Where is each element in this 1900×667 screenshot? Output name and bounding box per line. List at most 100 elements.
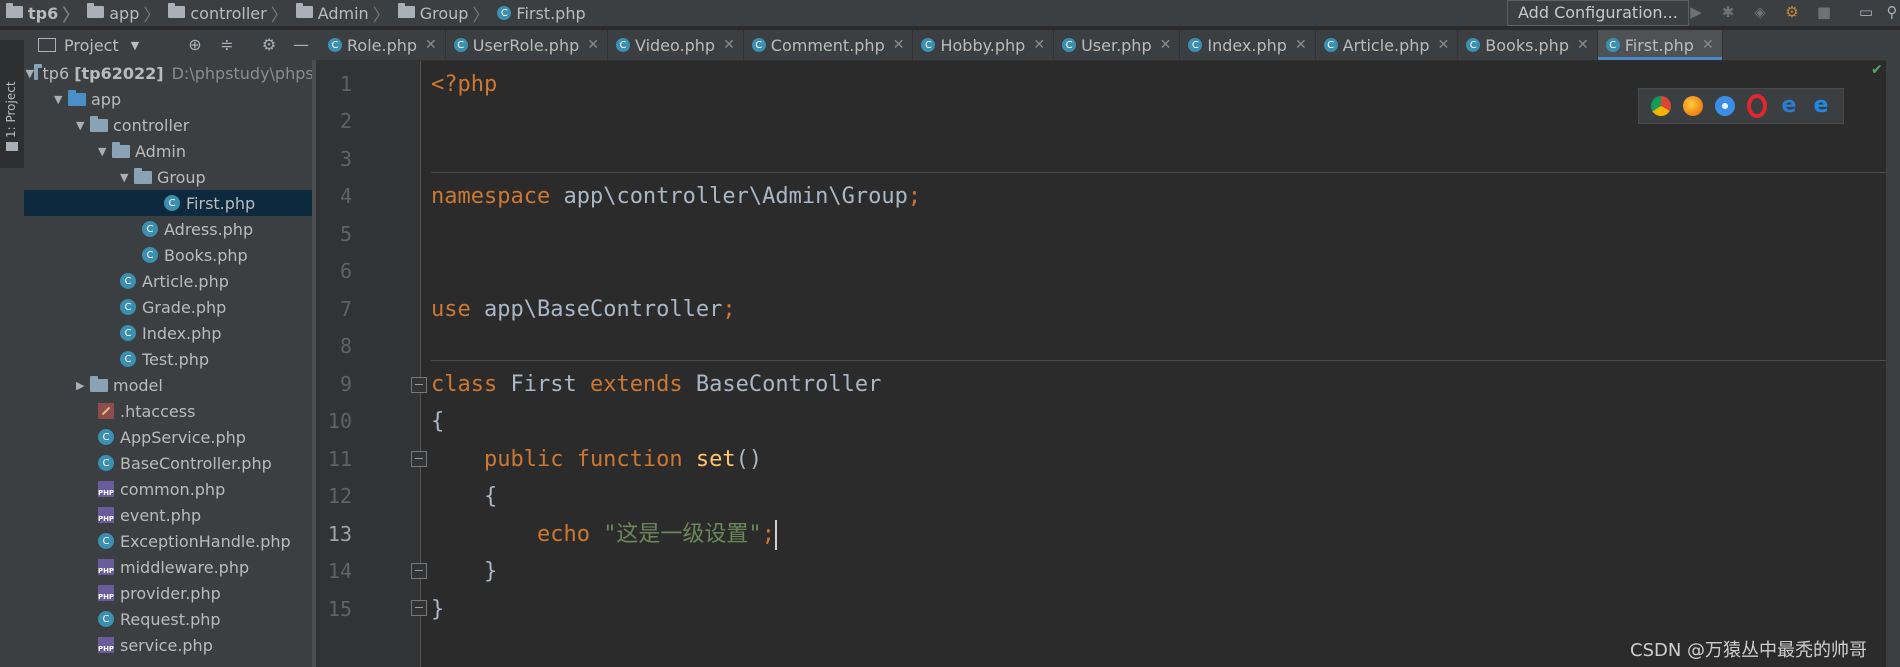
tab-video-php[interactable]: C Video.php ✕ (608, 30, 744, 60)
chrome-icon[interactable] (1651, 96, 1671, 116)
code-line-10[interactable]: { (431, 403, 1891, 440)
tree-item-admin[interactable]: ▼ Admin (24, 138, 320, 164)
close-icon[interactable]: ✕ (1438, 37, 1450, 53)
line-number: 8 (339, 334, 352, 358)
tree-item-appservice-php[interactable]: C AppService.php (24, 424, 320, 450)
close-icon[interactable]: ✕ (1160, 37, 1172, 53)
tree-item-books-php[interactable]: C Books.php (24, 242, 320, 268)
coverage-icon[interactable]: ◈ (1752, 4, 1768, 20)
close-icon[interactable]: ✕ (425, 37, 437, 53)
line-number: 15 (327, 597, 352, 621)
code-line-14[interactable]: } (431, 553, 1891, 590)
breadcrumb-item-admin[interactable]: Admin 〉 (290, 0, 392, 26)
editor-tabs: C Role.php ✕ C UserRole.php ✕ C Video.php ✕ CC… (320, 30, 1900, 61)
locate-icon[interactable]: ⊕ (186, 36, 204, 54)
tree-item-htaccess[interactable]: .htaccess (24, 398, 320, 424)
chevron-down-icon[interactable]: ▼ (131, 39, 139, 52)
tree-item-index-php[interactable]: C Index.php (24, 320, 320, 346)
debug-icon[interactable]: ✱ (1720, 4, 1736, 20)
stop-icon[interactable]: ■ (1816, 4, 1832, 20)
line-number: 9 (339, 372, 352, 396)
search-icon[interactable]: ⚲ (1884, 4, 1900, 20)
close-icon[interactable]: ✕ (893, 37, 905, 53)
php-class-icon: C (142, 247, 158, 263)
fold-marker-icon[interactable] (411, 377, 427, 393)
gear-icon[interactable]: ⚙ (260, 36, 278, 54)
edge-icon[interactable]: e (1811, 95, 1831, 117)
expanded-arrow-icon[interactable]: ▼ (120, 171, 134, 184)
close-icon[interactable]: ✕ (723, 37, 735, 53)
internet-explorer-icon[interactable]: e (1779, 95, 1799, 117)
tab-comment-php[interactable]: C Comment.php ✕ (744, 30, 914, 60)
tree-item-root[interactable]: ▼ tp6 [tp62022] D:\phpstudy\phpst (24, 60, 320, 86)
php-class-icon: C (120, 299, 136, 315)
tab-user-php[interactable]: C User.php ✕ (1054, 30, 1181, 60)
tab-userrole-php[interactable]: C UserRole.php ✕ (446, 30, 608, 60)
breadcrumb-item-group[interactable]: Group 〉 (392, 0, 492, 26)
tree-item-exceptionhandle-php[interactable]: C ExceptionHandle.php (24, 528, 320, 554)
add-configuration-button[interactable]: Add Configuration... (1507, 0, 1689, 26)
tree-item-app[interactable]: ▼ app (24, 86, 320, 112)
php-class-icon: C (921, 38, 936, 52)
tree-item-event-php[interactable]: PHP event.php (24, 502, 320, 528)
code-line-15[interactable]: } (431, 591, 1891, 628)
collapse-all-icon[interactable]: ≑ (218, 36, 236, 54)
line-number: 6 (339, 259, 352, 283)
tree-item-article-php[interactable]: C Article.php (24, 268, 320, 294)
breadcrumb-item-tp6[interactable]: tp6 〉 (0, 0, 81, 26)
close-icon[interactable]: ✕ (1577, 37, 1589, 53)
breadcrumb-item-app[interactable]: app 〉 (81, 0, 162, 26)
code-line-12[interactable]: { (431, 478, 1891, 515)
tree-item-common-php[interactable]: PHP common.php (24, 476, 320, 502)
tab-first-php[interactable]: C First.php ✕ (1597, 30, 1723, 60)
expanded-arrow-icon[interactable]: ▼ (98, 145, 112, 158)
fold-marker-icon[interactable] (411, 563, 427, 579)
terminal-icon[interactable]: ▭ (1858, 4, 1874, 20)
method-separator (431, 360, 1891, 361)
line-number: 13 (327, 522, 352, 546)
code-line-9[interactable]: class First extends BaseController (431, 366, 1891, 403)
tab-role-php[interactable]: C Role.php ✕ (320, 30, 446, 60)
tree-item-group[interactable]: ▼ Group (24, 164, 320, 190)
tree-item-middleware-php[interactable]: PHP middleware.php (24, 554, 320, 580)
tree-item-test-php[interactable]: C Test.php (24, 346, 320, 372)
breadcrumb-item-controller[interactable]: controller 〉 (162, 0, 289, 26)
firefox-icon[interactable] (1683, 96, 1703, 116)
expanded-arrow-icon[interactable]: ▼ (26, 67, 34, 80)
expanded-arrow-icon[interactable]: ▼ (54, 93, 68, 106)
code-line-7[interactable]: use app\BaseController; (431, 291, 1891, 328)
collapsed-arrow-icon[interactable]: ▶ (76, 379, 90, 392)
fold-marker-icon[interactable] (411, 451, 427, 467)
code-line-4[interactable]: namespace app\controller\Admin\Group; (431, 178, 1891, 215)
tree-item-controller[interactable]: ▼ controller (24, 112, 320, 138)
profile-icon[interactable]: ⚙ (1784, 4, 1800, 20)
tree-item-request-php[interactable]: C Request.php (24, 606, 320, 632)
breadcrumb-item-file[interactable]: C First.php (491, 0, 587, 26)
tree-item-grade-php[interactable]: C Grade.php (24, 294, 320, 320)
tree-item-service-php[interactable]: PHP service.php (24, 632, 320, 658)
expanded-arrow-icon[interactable]: ▼ (76, 119, 90, 132)
hide-panel-icon[interactable]: — (292, 36, 310, 54)
tab-hobby-php[interactable]: C Hobby.php ✕ (913, 30, 1055, 60)
opera-icon[interactable] (1747, 94, 1767, 118)
run-icon[interactable]: ▶ (1688, 4, 1704, 20)
close-icon[interactable]: ✕ (1295, 37, 1307, 53)
tree-item-provider-php[interactable]: PHP provider.php (24, 580, 320, 606)
project-view-selector[interactable]: Project (64, 36, 119, 55)
tree-item-adress-php[interactable]: C Adress.php (24, 216, 320, 242)
close-icon[interactable]: ✕ (1702, 37, 1714, 53)
safari-icon[interactable] (1715, 96, 1735, 116)
tree-item-model[interactable]: ▶ model (24, 372, 320, 398)
close-icon[interactable]: ✕ (1033, 37, 1045, 53)
tab-books-php[interactable]: C Books.php ✕ (1458, 30, 1598, 60)
tab-article-php[interactable]: C Article.php ✕ (1316, 30, 1459, 60)
code-line-13[interactable]: echo "这是一级设置"; (431, 516, 1891, 553)
code-line-11[interactable]: public function set() (431, 441, 1891, 478)
tree-item-first-php[interactable]: C First.php (24, 190, 320, 216)
close-icon[interactable]: ✕ (587, 37, 599, 53)
tree-item-basecontroller-php[interactable]: C BaseController.php (24, 450, 320, 476)
right-tool-strip (1886, 30, 1900, 667)
project-tree-scrollbar[interactable] (312, 60, 316, 667)
fold-marker-icon[interactable] (411, 600, 427, 616)
tab-index-php[interactable]: C Index.php ✕ (1180, 30, 1316, 60)
